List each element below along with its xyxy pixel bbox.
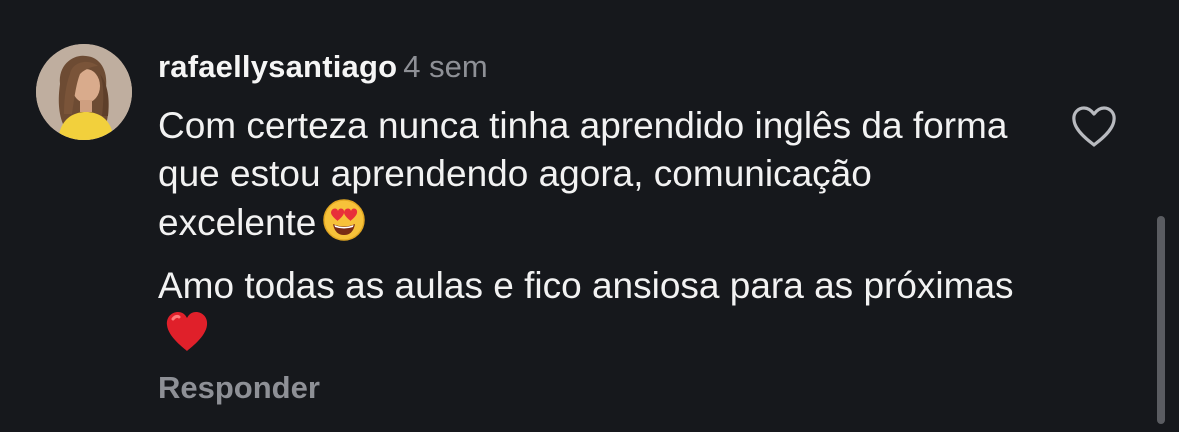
comment-text: Com certeza nunca tinha aprendido inglês…	[158, 105, 1008, 243]
comment-paragraph: Com certeza nunca tinha aprendido inglês…	[158, 102, 1038, 254]
avatar-photo	[36, 44, 132, 140]
reply-button[interactable]: Responder	[158, 368, 320, 408]
scrollbar[interactable]	[1157, 216, 1165, 424]
comment-header: rafaellysantiago 4 sem	[158, 48, 488, 92]
avatar[interactable]	[36, 44, 132, 140]
username[interactable]: rafaellysantiago	[158, 49, 397, 84]
like-button[interactable]	[1070, 105, 1118, 149]
heart-eyes-emoji-icon	[322, 198, 366, 254]
comment-paragraph: Amo todas as aulas e fico ansiosa para a…	[158, 262, 1038, 366]
timestamp: 4 sem	[403, 49, 488, 84]
heart-outline-icon	[1072, 106, 1116, 147]
comment-text: Amo todas as aulas e fico ansiosa para a…	[158, 265, 1014, 306]
comment-item: rafaellysantiago 4 sem Com certeza nunca …	[0, 0, 1179, 432]
red-heart-emoji-icon	[164, 310, 210, 366]
comment-body: Com certeza nunca tinha aprendido inglês…	[158, 102, 1038, 366]
